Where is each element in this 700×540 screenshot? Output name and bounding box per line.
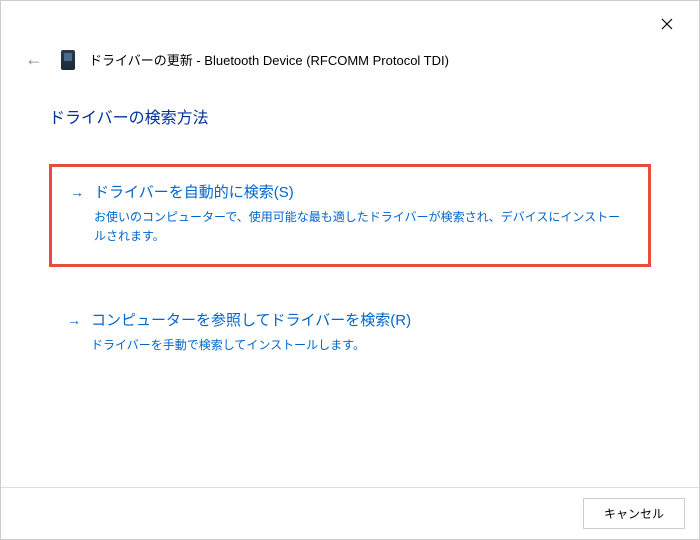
device-icon [61,50,75,70]
option-title: コンピューターを参照してドライバーを検索(R) [91,309,411,330]
arrow-right-icon: → [67,312,81,328]
title-prefix: ドライバーの更新 - [89,53,204,68]
option-browse-computer[interactable]: → コンピューターを参照してドライバーを検索(R) ドライバーを手動で検索してイ… [49,295,651,373]
back-arrow-icon[interactable]: ← [21,45,47,74]
dialog-header: ← ドライバーの更新 - Bluetooth Device (RFCOMM Pr… [1,1,699,74]
device-name: Bluetooth Device (RFCOMM Protocol TDI) [204,53,449,68]
arrow-right-icon: → [70,184,84,200]
search-method-heading: ドライバーの検索方法 [49,104,651,128]
option-title-row: → ドライバーを自動的に検索(S) [70,181,630,202]
option-description: ドライバーを手動で検索してインストールします。 [67,336,633,355]
option-description: お使いのコンピューターで、使用可能な最も適したドライバーが検索され、デバイスにイ… [70,208,630,246]
option-auto-search[interactable]: → ドライバーを自動的に検索(S) お使いのコンピューターで、使用可能な最も適し… [49,164,651,267]
dialog-title: ドライバーの更新 - Bluetooth Device (RFCOMM Prot… [89,50,449,69]
option-title-row: → コンピューターを参照してドライバーを検索(R) [67,309,633,330]
main-content: ドライバーの検索方法 → ドライバーを自動的に検索(S) お使いのコンピューター… [1,74,699,374]
cancel-button[interactable]: キャンセル [583,498,685,529]
dialog-footer: キャンセル [1,487,699,539]
close-button[interactable] [653,13,681,38]
close-icon [661,18,673,30]
option-title: ドライバーを自動的に検索(S) [94,181,294,202]
